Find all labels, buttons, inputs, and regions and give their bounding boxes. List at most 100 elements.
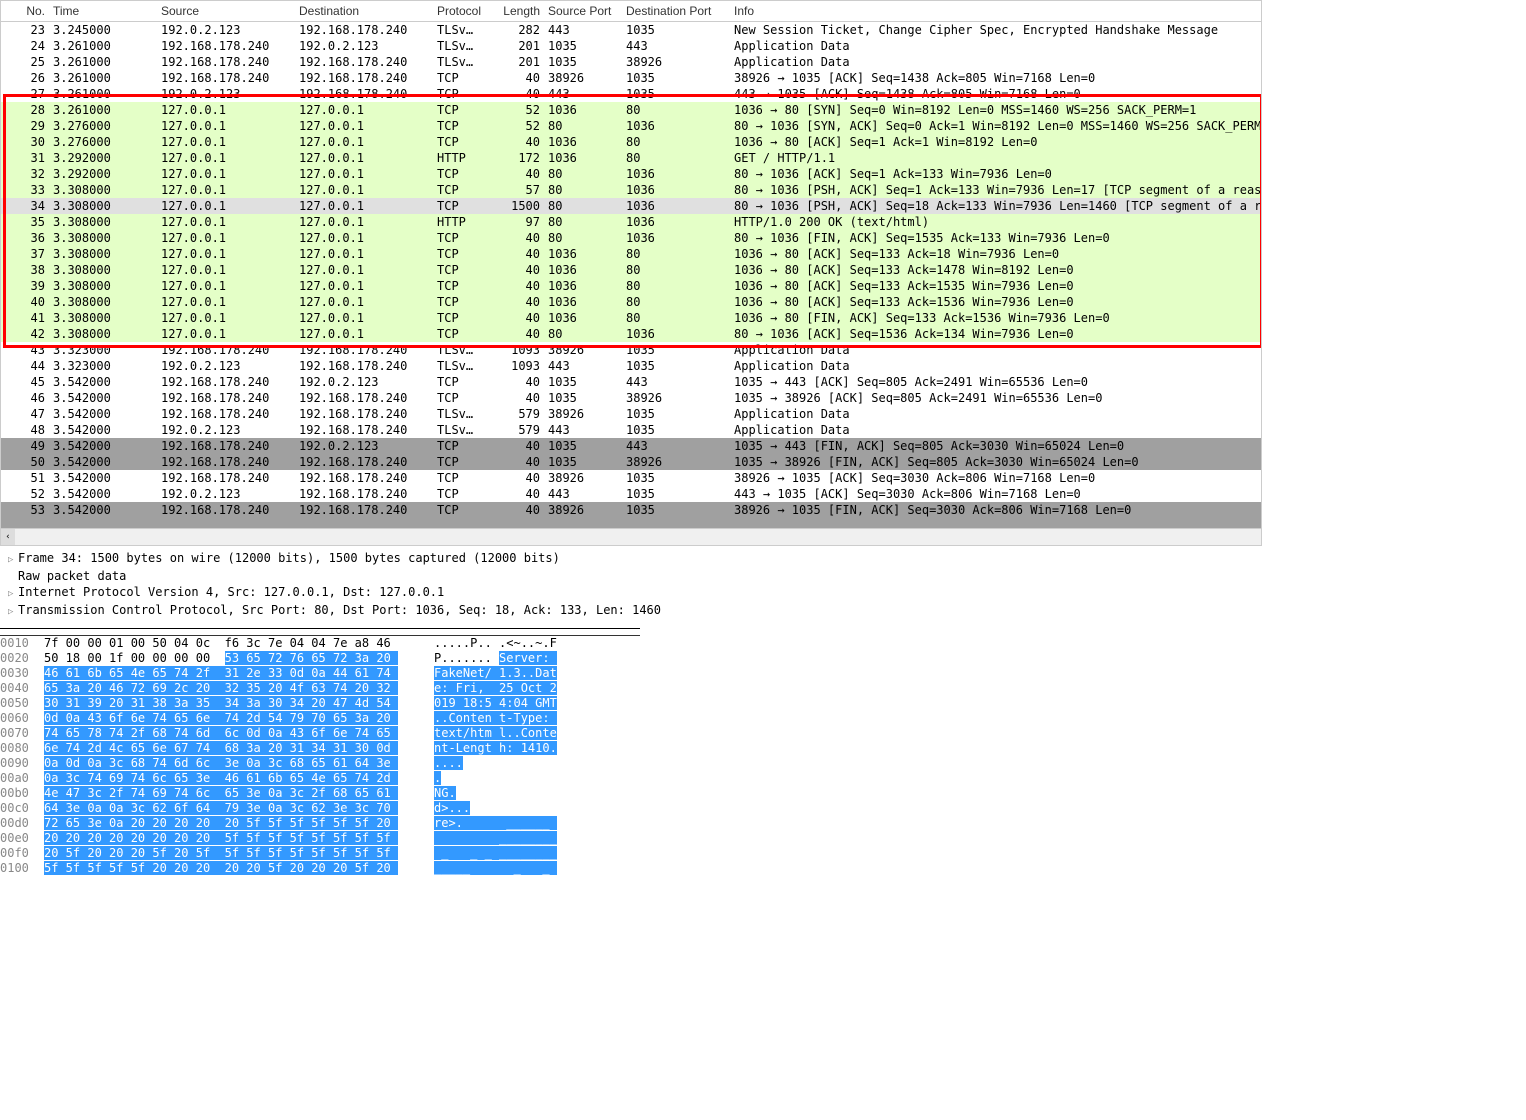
hex-row[interactable]: 0050 30 31 39 20 31 38 3a 35 34 3a 30 34…	[0, 696, 640, 711]
packet-row[interactable]: 283.261000127.0.0.1127.0.0.1TCP521036801…	[1, 102, 1261, 118]
hex-row[interactable]: 0100 5f 5f 5f 5f 5f 20 20 20 20 20 5f 20…	[0, 861, 640, 876]
packet-row[interactable]: 323.292000127.0.0.1127.0.0.1TCP408010368…	[1, 166, 1261, 182]
packet-row[interactable]: 383.308000127.0.0.1127.0.0.1TCP401036801…	[1, 262, 1261, 278]
hex-row[interactable]: 0060 0d 0a 43 6f 6e 74 65 6e 74 2d 54 79…	[0, 711, 640, 726]
hex-ascii[interactable]: . FakeNet-</span>	[434, 771, 624, 786]
hex-bytes[interactable]: 50 18 00 1f 00 00 00 00 53 65 72 76 65 7…	[44, 651, 434, 666]
hex-ascii[interactable]: _ _ _ ________	[434, 846, 624, 861]
detail-tree-item[interactable]: Raw packet data	[8, 568, 1268, 584]
hex-bytes[interactable]: 20 5f 20 20 20 5f 20 5f 5f 5f 5f 5f 5f 5…	[44, 846, 434, 861]
packet-row[interactable]: 513.542000192.168.178.240192.168.178.240…	[1, 470, 1261, 486]
hex-bytes[interactable]: 65 3a 20 46 72 69 2c 20 32 35 20 4f 63 7…	[44, 681, 434, 696]
hex-ascii[interactable]: ________	[434, 831, 624, 846]
col-header-dstport[interactable]: Destination Port	[622, 2, 730, 20]
hex-row[interactable]: 0040 65 3a 20 46 72 69 2c 20 32 35 20 4f…	[0, 681, 640, 696]
packet-row[interactable]: 343.308000127.0.0.1127.0.0.1TCP150080103…	[1, 198, 1261, 214]
hex-row[interactable]: 0070 74 65 78 74 2f 68 74 6d 6c 0d 0a 43…	[0, 726, 640, 741]
packet-row[interactable]: 233.245000192.0.2.123192.168.178.240TLSv…	[1, 22, 1261, 38]
col-header-protocol[interactable]: Protocol	[433, 2, 491, 20]
packet-bytes-pane[interactable]: 0010 7f 00 00 01 00 50 04 0c f6 3c 7e 04…	[0, 635, 640, 876]
packet-row[interactable]: 303.276000127.0.0.1127.0.0.1TCP401036801…	[1, 134, 1261, 150]
packet-row[interactable]: 403.308000127.0.0.1127.0.0.1TCP401036801…	[1, 294, 1261, 310]
packet-row[interactable]: 423.308000127.0.0.1127.0.0.1TCP408010368…	[1, 326, 1261, 342]
packet-row[interactable]: 493.542000192.168.178.240192.0.2.123TCP4…	[1, 438, 1261, 454]
hex-ascii[interactable]: ....	[434, 756, 624, 771]
packet-rows[interactable]: 233.245000192.0.2.123192.168.178.240TLSv…	[1, 22, 1261, 528]
hex-bytes[interactable]: 30 31 39 20 31 38 3a 35 34 3a 30 34 20 4…	[44, 696, 434, 711]
packet-row[interactable]: 263.261000192.168.178.240192.168.178.240…	[1, 70, 1261, 86]
hex-ascii[interactable]: NG.	[434, 786, 624, 801]
packet-row[interactable]: 243.261000192.168.178.240192.0.2.123TLSv…	[1, 38, 1261, 54]
col-header-length[interactable]: Length	[491, 2, 544, 20]
detail-tree-item[interactable]: ▷Internet Protocol Version 4, Src: 127.0…	[8, 584, 1268, 602]
packet-row[interactable]: 373.308000127.0.0.1127.0.0.1TCP401036801…	[1, 246, 1261, 262]
hex-row[interactable]: 0080 6e 74 2d 4c 65 6e 67 74 68 3a 20 31…	[0, 741, 640, 756]
packet-details-pane[interactable]: ▷Frame 34: 1500 bytes on wire (12000 bit…	[0, 546, 1268, 628]
hex-ascii[interactable]: nt-Lengt h: 1410.	[434, 741, 624, 756]
detail-tree-item[interactable]: ▷Transmission Control Protocol, Src Port…	[8, 602, 1268, 620]
packet-row[interactable]: 353.308000127.0.0.1127.0.0.1HTTP97801036…	[1, 214, 1261, 230]
hex-ascii[interactable]: FakeNet/ 1.3..Dat	[434, 666, 624, 681]
hex-bytes[interactable]: 5f 5f 5f 5f 5f 20 20 20 20 20 5f 20 20 2…	[44, 861, 434, 876]
packet-row[interactable]: 503.542000192.168.178.240192.168.178.240…	[1, 454, 1261, 470]
packet-row[interactable]: 413.308000127.0.0.1127.0.0.1TCP401036801…	[1, 310, 1261, 326]
packet-row[interactable]: 433.323000192.168.178.240192.168.178.240…	[1, 342, 1261, 358]
hex-ascii[interactable]: re>. ______	[434, 816, 624, 831]
col-header-info[interactable]: Info	[730, 2, 1261, 20]
packet-row[interactable]: 363.308000127.0.0.1127.0.0.1TCP408010368…	[1, 230, 1261, 246]
hex-bytes[interactable]: 0d 0a 43 6f 6e 74 65 6e 74 2d 54 79 70 6…	[44, 711, 434, 726]
detail-tree-item[interactable]: ▷Frame 34: 1500 bytes on wire (12000 bit…	[8, 550, 1268, 568]
hex-bytes[interactable]: 4e 47 3c 2f 74 69 74 6c 65 3e 0a 3c 2f 6…	[44, 786, 434, 801]
col-header-srcport[interactable]: Source Port	[544, 2, 622, 20]
hex-bytes[interactable]: 72 65 3e 0a 20 20 20 20 20 5f 5f 5f 5f 5…	[44, 816, 434, 831]
scroll-left-arrow-icon[interactable]: ‹	[1, 529, 15, 545]
col-header-time[interactable]: Time	[49, 2, 157, 20]
hex-ascii[interactable]: .....P.. .<~..~.F	[434, 636, 624, 651]
packet-row[interactable]: 443.323000192.0.2.123192.168.178.240TLSv…	[1, 358, 1261, 374]
hex-bytes[interactable]: 46 61 6b 65 4e 65 74 2f 31 2e 33 0d 0a 4…	[44, 666, 434, 681]
hex-row[interactable]: 00e0 20 20 20 20 20 20 20 20 5f 5f 5f 5f…	[0, 831, 640, 846]
hex-row[interactable]: 00d0 72 65 3e 0a 20 20 20 20 20 5f 5f 5f…	[0, 816, 640, 831]
hex-ascii[interactable]: text/htm l..Conte	[434, 726, 624, 741]
hex-ascii[interactable]: 019 18:5 4:04 GMT	[434, 696, 624, 711]
expand-triangle-icon[interactable]: ▷	[8, 552, 18, 568]
hex-row[interactable]: 00c0 64 3e 0a 0a 3c 62 6f 64 79 3e 0a 3c…	[0, 801, 640, 816]
hex-row[interactable]: 0010 7f 00 00 01 00 50 04 0c f6 3c 7e 04…	[0, 636, 640, 651]
hex-ascii[interactable]: d>...	[434, 801, 624, 816]
hex-row[interactable]: 0090 0a 0d 0a 3c 68 74 6d 6c 3e 0a 3c 68…	[0, 756, 640, 771]
hex-bytes[interactable]: 74 65 78 74 2f 68 74 6d 6c 0d 0a 43 6f 6…	[44, 726, 434, 741]
packet-row[interactable]: 473.542000192.168.178.240192.168.178.240…	[1, 406, 1261, 422]
packet-row[interactable]: 463.542000192.168.178.240192.168.178.240…	[1, 390, 1261, 406]
hex-row[interactable]: 00f0 20 5f 20 20 20 5f 20 5f 5f 5f 5f 5f…	[0, 846, 640, 861]
packet-row[interactable]: 393.308000127.0.0.1127.0.0.1TCP401036801…	[1, 278, 1261, 294]
hex-row[interactable]: 00a0 0a 3c 74 69 74 6c 65 3e 46 61 6b 65…	[0, 771, 640, 786]
hex-bytes[interactable]: 6e 74 2d 4c 65 6e 67 74 68 3a 20 31 34 3…	[44, 741, 434, 756]
packet-row[interactable]: 483.542000192.0.2.123192.168.178.240TLSv…	[1, 422, 1261, 438]
packet-row[interactable]: 333.308000127.0.0.1127.0.0.1TCP578010368…	[1, 182, 1261, 198]
packet-row[interactable]: 313.292000127.0.0.1127.0.0.1HTTP17210368…	[1, 150, 1261, 166]
col-header-no[interactable]: No.	[1, 2, 49, 20]
packet-row[interactable]: 273.261000192.0.2.123192.168.178.240TCP4…	[1, 86, 1261, 102]
col-header-source[interactable]: Source	[157, 2, 295, 20]
packet-row[interactable]: 523.542000192.0.2.123192.168.178.240TCP4…	[1, 486, 1261, 502]
hex-ascii[interactable]: P....... Server:	[434, 651, 624, 666]
packet-row[interactable]: 293.276000127.0.0.1127.0.0.1TCP528010368…	[1, 118, 1261, 134]
hex-bytes[interactable]: 64 3e 0a 0a 3c 62 6f 64 79 3e 0a 3c 62 3…	[44, 801, 434, 816]
expand-triangle-icon[interactable]: ▷	[8, 586, 18, 602]
hex-ascii[interactable]: e: Fri, 25 Oct 2	[434, 681, 624, 696]
packet-list-pane[interactable]: No. Time Source Destination Protocol Len…	[0, 0, 1262, 546]
col-header-dest[interactable]: Destination	[295, 2, 433, 20]
horizontal-scrollbar[interactable]: ‹	[1, 528, 1261, 545]
hex-row[interactable]: 00b0 4e 47 3c 2f 74 69 74 6c 65 3e 0a 3c…	[0, 786, 640, 801]
packet-row[interactable]: 533.542000192.168.178.240192.168.178.240…	[1, 502, 1261, 518]
hex-ascii[interactable]: ..Conten t-Type:	[434, 711, 624, 726]
hex-bytes[interactable]: 0a 0d 0a 3c 68 74 6d 6c 3e 0a 3c 68 65 6…	[44, 756, 434, 771]
hex-bytes[interactable]: 0a 3c 74 69 74 6c 65 3e 46 61 6b 65 4e 6…	[44, 771, 434, 786]
packet-row[interactable]: 453.542000192.168.178.240192.0.2.123TCP4…	[1, 374, 1261, 390]
packet-row-partial[interactable]	[1, 518, 1261, 528]
column-headers[interactable]: No. Time Source Destination Protocol Len…	[1, 1, 1261, 22]
packet-row[interactable]: 253.261000192.168.178.240192.168.178.240…	[1, 54, 1261, 70]
hex-bytes[interactable]: 7f 00 00 01 00 50 04 0c f6 3c 7e 04 04 7…	[44, 636, 434, 651]
hex-row[interactable]: 0030 46 61 6b 65 4e 65 74 2f 31 2e 33 0d…	[0, 666, 640, 681]
hex-bytes[interactable]: 20 20 20 20 20 20 20 20 5f 5f 5f 5f 5f 5…	[44, 831, 434, 846]
